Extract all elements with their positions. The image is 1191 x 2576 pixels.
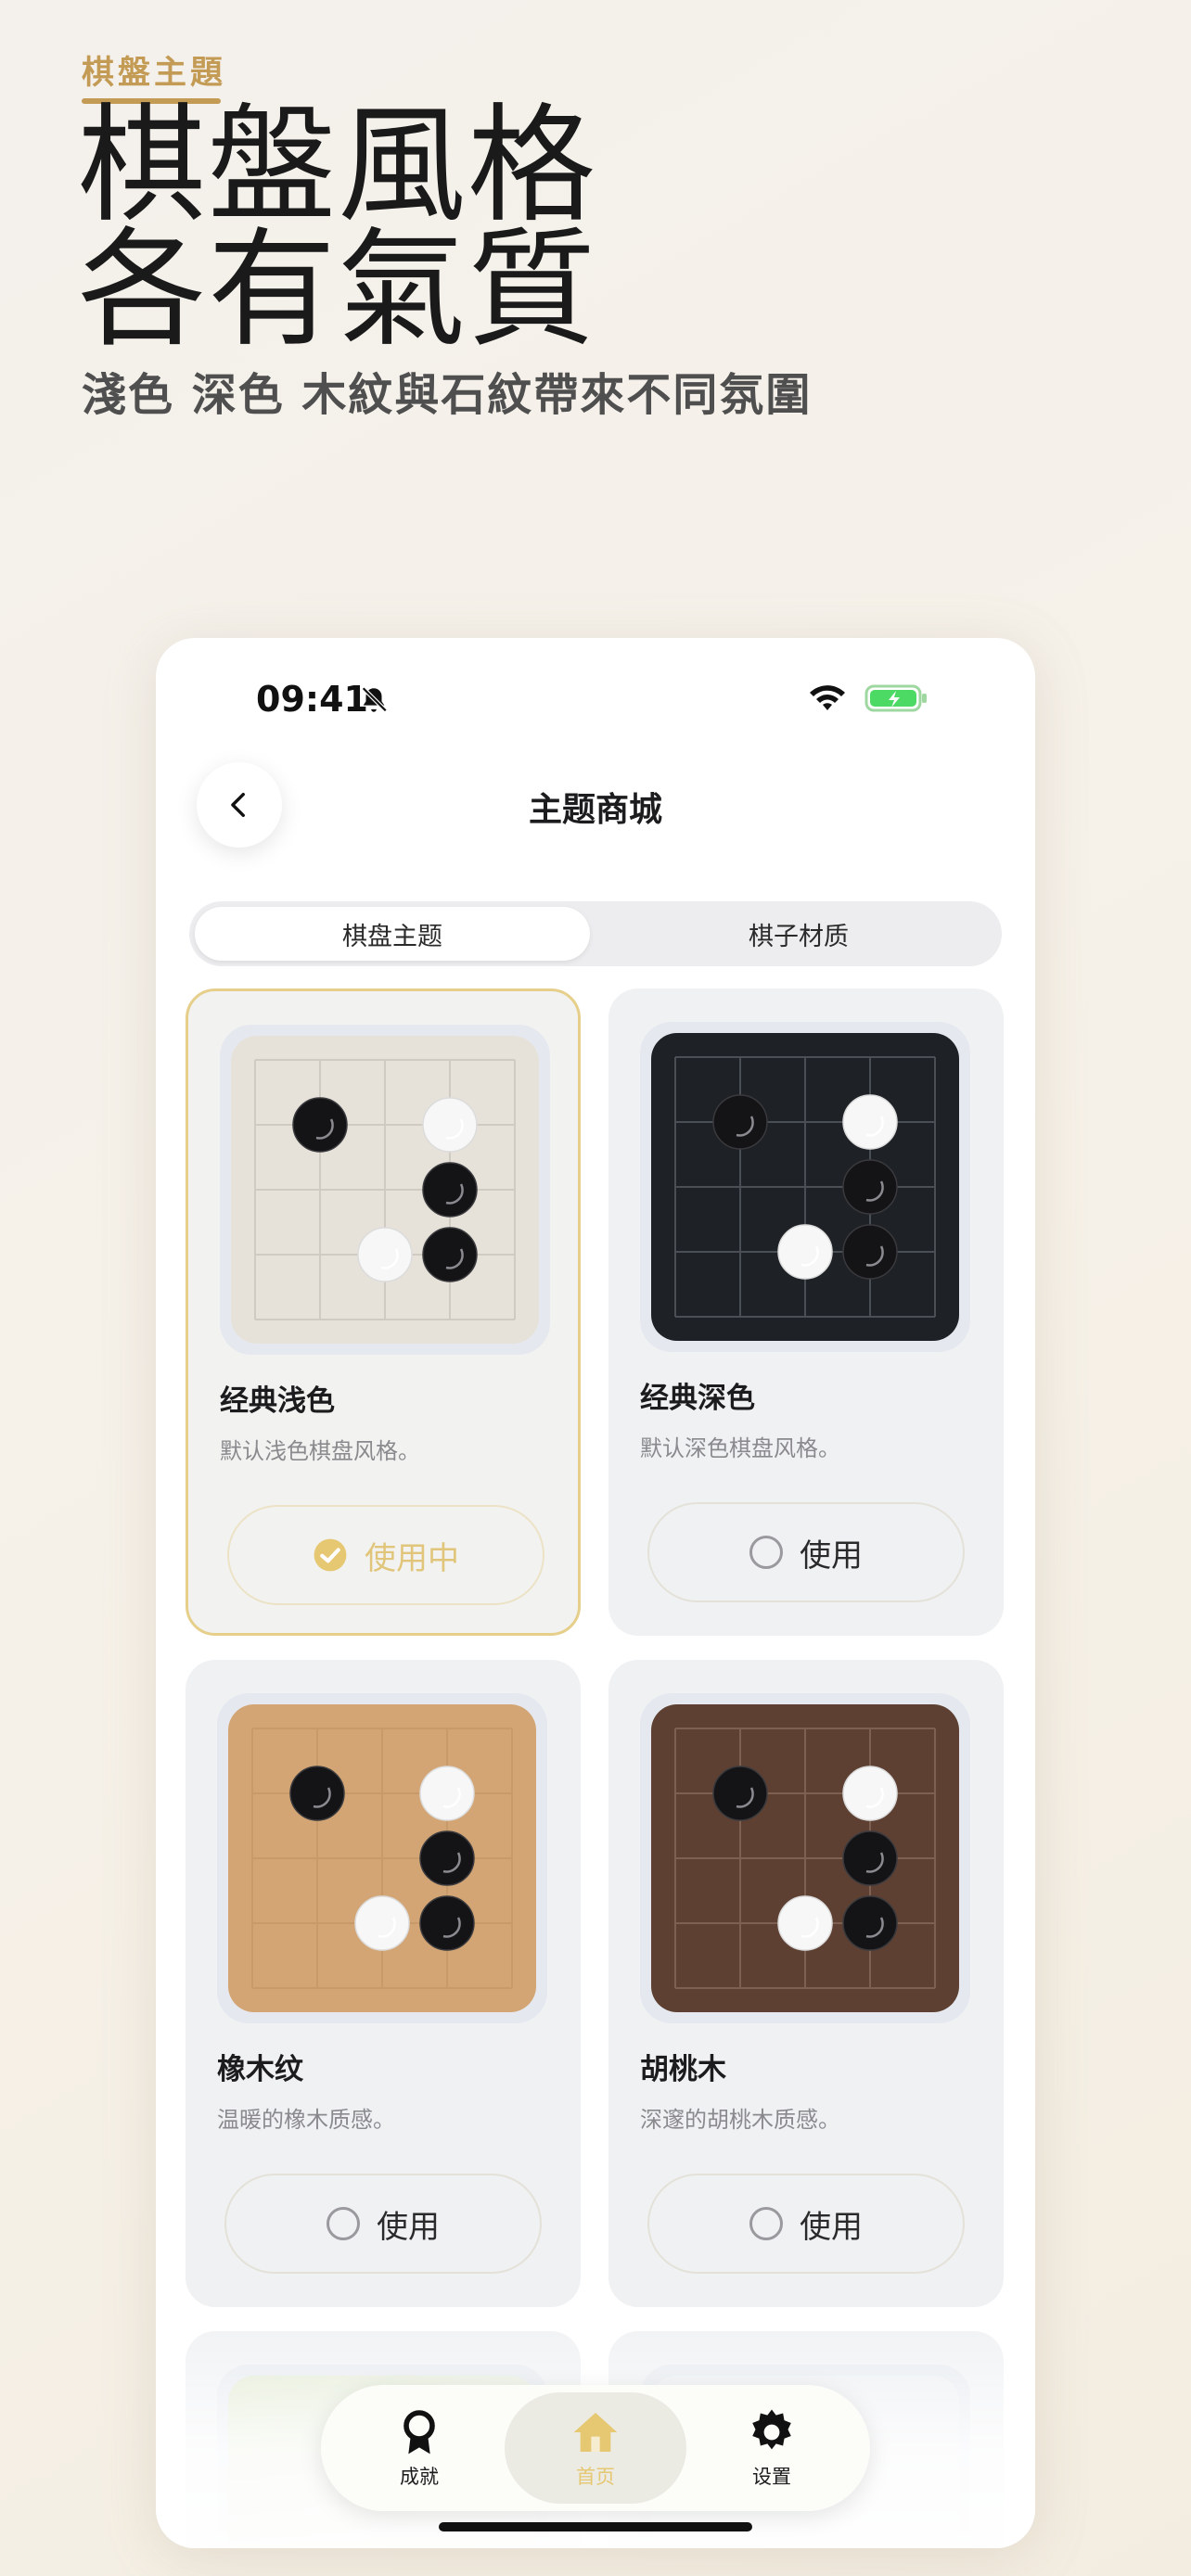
use-button[interactable]: 使用 bbox=[647, 2174, 965, 2274]
black-stone bbox=[842, 1224, 898, 1280]
board-preview bbox=[228, 1704, 536, 2012]
theme-name: 经典浅色 bbox=[220, 1384, 335, 1418]
wifi-icon bbox=[810, 685, 845, 710]
bell-slash-icon bbox=[362, 686, 388, 712]
theme-card-oak[interactable]: 橡木纹 温暖的橡木质感。 使用 bbox=[186, 1660, 581, 2307]
board-preview-svg bbox=[228, 1704, 536, 2012]
board-preview-frame bbox=[217, 1693, 547, 2023]
in-use-button[interactable]: 使用中 bbox=[227, 1505, 544, 1605]
white-stone bbox=[422, 1097, 478, 1153]
promo-tag: 棋盤主題 bbox=[82, 55, 227, 92]
theme-name: 经典深色 bbox=[640, 1382, 755, 1415]
white-stone bbox=[777, 1895, 833, 1951]
radio-unchecked-icon bbox=[749, 1536, 783, 1569]
theme-description: 温暖的橡木质感。 bbox=[217, 2107, 395, 2133]
white-stone bbox=[777, 1224, 833, 1280]
board-preview bbox=[651, 1704, 959, 2012]
tab-achievements[interactable]: 成就 bbox=[328, 2392, 510, 2504]
status-time: 09:41 bbox=[256, 679, 368, 720]
home-icon bbox=[573, 2413, 618, 2452]
board-preview-frame bbox=[640, 1022, 970, 1352]
black-stone bbox=[422, 1162, 478, 1218]
theme-name: 橡木纹 bbox=[217, 2053, 303, 2086]
promo-title-line2: 各有氣質 bbox=[78, 215, 598, 364]
radio-unchecked-icon bbox=[749, 2207, 783, 2240]
black-stone bbox=[842, 1159, 898, 1215]
theme-card-walnut[interactable]: 胡桃木 深邃的胡桃木质感。 使用 bbox=[608, 1660, 1004, 2307]
board-preview bbox=[651, 1033, 959, 1341]
board-preview-svg bbox=[231, 1036, 539, 1344]
board-preview-frame bbox=[640, 1693, 970, 2023]
black-stone bbox=[842, 1830, 898, 1886]
white-stone bbox=[842, 1766, 898, 1821]
home-indicator bbox=[439, 2522, 752, 2531]
theme-description: 默认深色棋盘风格。 bbox=[640, 1435, 840, 1461]
black-stone bbox=[712, 1766, 768, 1821]
theme-card-classic-light[interactable]: 经典浅色 默认浅色棋盘风格。 使用中 bbox=[186, 988, 581, 1636]
promo-title-line1: 棋盤風格 bbox=[78, 91, 598, 240]
board-preview-frame bbox=[220, 1025, 550, 1355]
use-button[interactable]: 使用 bbox=[224, 2174, 542, 2274]
use-button[interactable]: 使用 bbox=[647, 1502, 965, 1602]
check-circle-icon bbox=[314, 1538, 347, 1572]
board-preview-svg bbox=[651, 1704, 959, 2012]
theme-description: 深邃的胡桃木质感。 bbox=[640, 2107, 840, 2133]
tab-settings[interactable]: 设置 bbox=[681, 2392, 863, 2504]
white-stone bbox=[842, 1094, 898, 1150]
battery-charging-icon bbox=[864, 684, 927, 712]
board-preview-svg bbox=[651, 1033, 959, 1341]
black-stone bbox=[292, 1097, 348, 1153]
tab-stone-material[interactable]: 棋子材质 bbox=[601, 907, 996, 961]
theme-description: 默认浅色棋盘风格。 bbox=[220, 1438, 420, 1464]
black-stone bbox=[422, 1227, 478, 1282]
theme-card-classic-dark[interactable]: 经典深色 默认深色棋盘风格。 使用 bbox=[608, 988, 1004, 1636]
black-stone bbox=[289, 1766, 345, 1821]
tab-home-label: 首页 bbox=[576, 2466, 615, 2488]
white-stone bbox=[354, 1895, 410, 1951]
tab-settings-label: 设置 bbox=[752, 2466, 791, 2488]
segmented-control: 棋盘主题 棋子材质 bbox=[189, 901, 1002, 966]
theme-name: 胡桃木 bbox=[640, 2053, 726, 2086]
radio-unchecked-icon bbox=[327, 2207, 360, 2240]
black-stone bbox=[419, 1830, 475, 1886]
white-stone bbox=[357, 1227, 413, 1282]
promo-subtitle: 淺色 深色 木紋與石紋帶來不同氛圍 bbox=[82, 369, 813, 421]
in-use-label: 使用中 bbox=[365, 1539, 459, 1577]
tab-board-theme[interactable]: 棋盘主题 bbox=[195, 907, 590, 961]
tab-achievements-label: 成就 bbox=[400, 2466, 439, 2488]
award-icon bbox=[403, 2410, 435, 2455]
board-preview bbox=[231, 1036, 539, 1344]
promo-title: 棋盤風格 各有氣質 bbox=[78, 91, 598, 364]
phone-screen: 09:41 主题商城 棋盘主题 棋子材质 经典浅色 默认浅色棋盘风格。 使用中 … bbox=[156, 638, 1035, 2548]
use-label: 使用 bbox=[377, 2208, 440, 2246]
black-stone bbox=[712, 1094, 768, 1150]
black-stone bbox=[419, 1895, 475, 1951]
tab-bar: 成就 首页 设置 bbox=[321, 2385, 870, 2511]
use-label: 使用 bbox=[800, 1537, 863, 1575]
tab-home[interactable]: 首页 bbox=[505, 2392, 686, 2504]
use-label: 使用 bbox=[800, 2208, 863, 2246]
page-title: 主题商城 bbox=[528, 791, 662, 829]
black-stone bbox=[842, 1895, 898, 1951]
white-stone bbox=[419, 1766, 475, 1821]
gear-icon bbox=[752, 2409, 791, 2450]
